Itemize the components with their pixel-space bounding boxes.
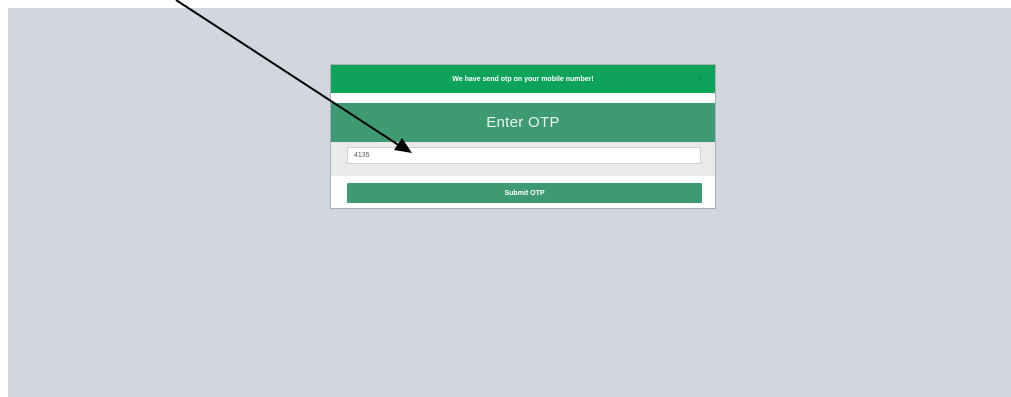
alert-message: We have send otp on your mobile number! xyxy=(452,75,594,83)
success-alert: We have send otp on your mobile number! … xyxy=(331,65,715,93)
modal-title: Enter OTP xyxy=(331,103,715,142)
otp-input-area xyxy=(331,142,715,176)
submit-otp-button[interactable]: Submit OTP xyxy=(347,183,702,203)
otp-input[interactable] xyxy=(347,147,701,164)
page-background: We have send otp on your mobile number! … xyxy=(8,8,1011,397)
alert-close-icon[interactable]: × xyxy=(697,74,702,83)
otp-modal: We have send otp on your mobile number! … xyxy=(330,64,716,209)
